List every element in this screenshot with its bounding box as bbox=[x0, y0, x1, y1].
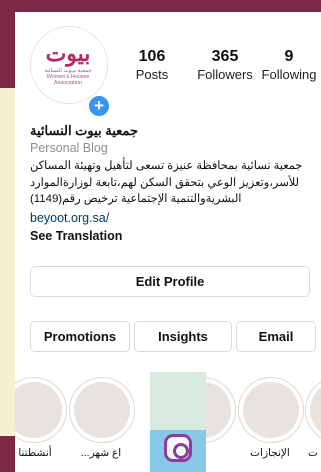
profile-category: Personal Blog bbox=[30, 141, 108, 155]
highlight-thumbnail bbox=[15, 382, 62, 438]
add-story-plus-icon[interactable]: + bbox=[87, 94, 111, 118]
highlight-label: ت bbox=[308, 447, 318, 459]
promotions-button[interactable]: Promotions bbox=[30, 321, 130, 352]
edit-profile-button[interactable]: Edit Profile bbox=[30, 266, 310, 297]
profile-bio: جمعية نسائية بمحافظة عنيزة تسعى لتأهيل و… bbox=[30, 160, 303, 205]
posts-label: Posts bbox=[135, 67, 169, 82]
instagram-icon bbox=[164, 434, 192, 462]
website-link[interactable]: beyoot.org.sa/ bbox=[30, 210, 109, 226]
posts-stat[interactable]: 106 Posts bbox=[125, 48, 179, 84]
device-frame: بيوت جمعية بيـوت النسائية Women's Houses… bbox=[0, 0, 321, 472]
highlight-thumbnail bbox=[74, 382, 130, 438]
highlight-label: ...اع شهر bbox=[80, 447, 122, 459]
followers-stat[interactable]: 365 Followers bbox=[189, 48, 261, 84]
profile-name: جمعية بيوت النسائية bbox=[30, 123, 138, 138]
highlight-thumbnail bbox=[310, 382, 321, 438]
highlight-label: أنشطتنا bbox=[18, 447, 52, 459]
highlight-activities[interactable] bbox=[15, 377, 67, 443]
insights-button[interactable]: Insights bbox=[134, 321, 232, 352]
see-translation-link[interactable]: See Translation bbox=[30, 228, 122, 244]
camera-lens-icon bbox=[173, 443, 189, 459]
highlight-achievements[interactable] bbox=[238, 377, 304, 443]
highlight-label: الإنجازات bbox=[250, 447, 290, 459]
following-label: Following bbox=[261, 67, 317, 82]
following-count: 9 bbox=[284, 48, 294, 65]
following-stat[interactable]: 9 Following bbox=[253, 48, 321, 84]
posts-count: 106 bbox=[138, 48, 166, 65]
followers-count: 365 bbox=[211, 48, 239, 65]
highlight-partial[interactable] bbox=[305, 377, 321, 443]
highlight-month[interactable] bbox=[69, 377, 135, 443]
profile-avatar[interactable]: بيوت جمعية بيـوت النسائية Women's Houses… bbox=[30, 26, 108, 104]
highlight-thumbnail bbox=[243, 382, 299, 438]
left-background-strip bbox=[0, 88, 15, 436]
logo-subtitle: جمعية بيـوت النسائية Women's Houses Asso… bbox=[44, 68, 92, 86]
logo-text: بيوت bbox=[45, 41, 92, 67]
email-button[interactable]: Email bbox=[236, 321, 316, 352]
followers-label: Followers bbox=[197, 67, 253, 82]
